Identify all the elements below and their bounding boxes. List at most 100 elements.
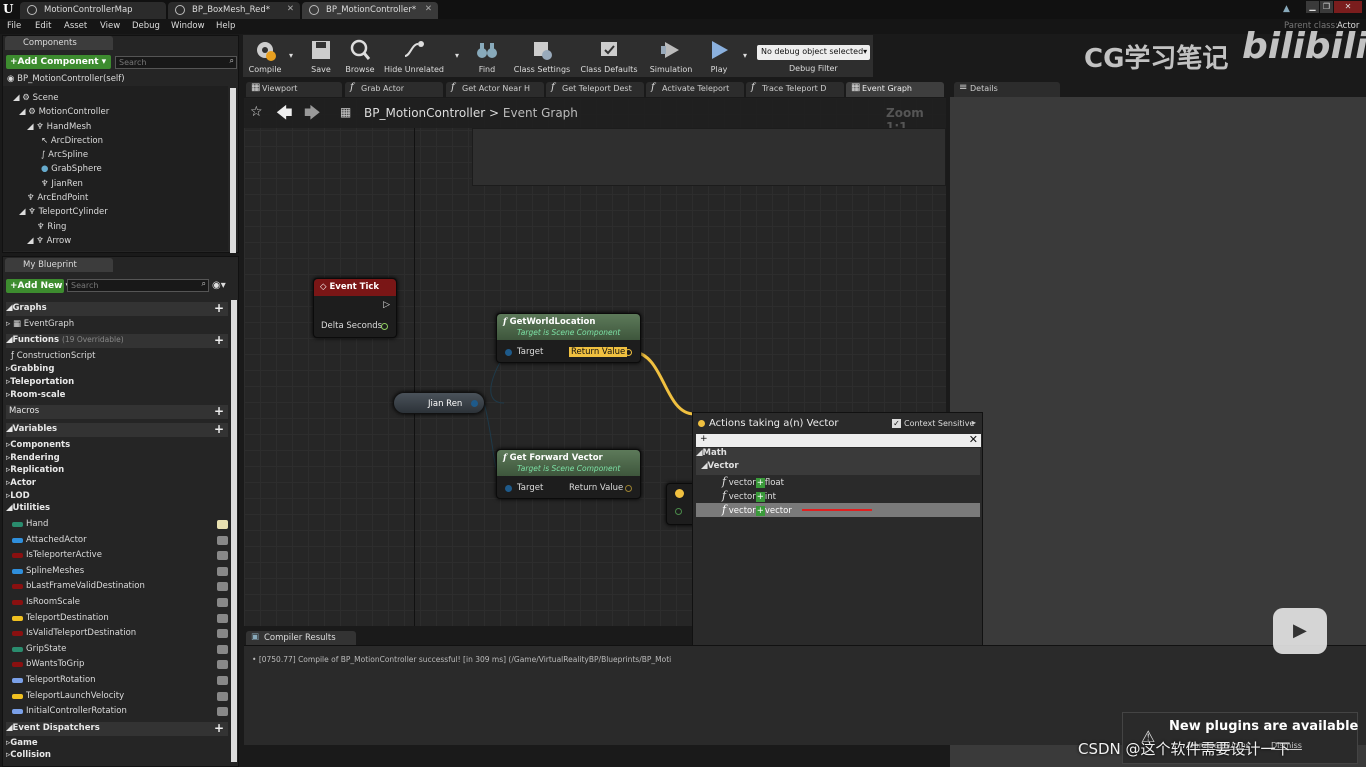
context-sensitive-checkbox[interactable]: ✓ bbox=[892, 419, 901, 428]
tab-grab-actor[interactable]: f Grab Actor bbox=[345, 82, 443, 97]
save-button[interactable]: Save bbox=[303, 35, 339, 77]
components-search-input[interactable]: Search ⌕ bbox=[115, 56, 237, 69]
tree-item-arcendpoint[interactable]: ♆ ArcEndPoint bbox=[27, 193, 88, 203]
components-tab[interactable]: Components bbox=[5, 36, 113, 50]
menu-asset[interactable]: Asset bbox=[64, 21, 87, 31]
tab-trace-teleport-destination[interactable]: f Trace Teleport D bbox=[746, 82, 844, 97]
menu-file[interactable]: File bbox=[7, 21, 21, 31]
event-tick-node[interactable]: ◇ Event Tick ▷ Delta Seconds bbox=[313, 278, 397, 338]
visibility-eye-icon[interactable] bbox=[217, 598, 228, 607]
play-options-dropdown[interactable]: ▾ bbox=[741, 35, 751, 77]
variable-item[interactable]: IsValidTeleportDestination bbox=[7, 627, 229, 642]
components-scrollbar[interactable] bbox=[230, 88, 236, 253]
close-icon[interactable]: ✕ bbox=[425, 4, 432, 14]
target-pin-icon[interactable] bbox=[505, 349, 512, 356]
visibility-eye-icon[interactable] bbox=[217, 613, 228, 623]
event-graph-item[interactable]: ▹ ▦ EventGraph bbox=[6, 319, 74, 329]
add-new-button[interactable]: +Add New ▾ bbox=[6, 279, 70, 293]
add-macro-icon[interactable]: + bbox=[214, 404, 224, 418]
close-window-button[interactable]: ✕ bbox=[1334, 1, 1362, 13]
vector-pin-icon[interactable] bbox=[675, 508, 682, 515]
tab-get-actor-near-hand[interactable]: f Get Actor Near H bbox=[446, 82, 544, 97]
tree-item-arcspline[interactable]: ∫ ArcSpline bbox=[41, 150, 88, 160]
variable-item[interactable]: AttachedActor bbox=[7, 534, 229, 549]
compile-options-dropdown[interactable]: ▾ bbox=[287, 35, 297, 77]
play-button[interactable]: Play bbox=[701, 35, 737, 77]
action-item-vector-plus-int[interactable]: f vector+int bbox=[696, 489, 980, 503]
tab-viewport[interactable]: ▦ Viewport bbox=[246, 82, 342, 97]
return-value-pin-icon[interactable] bbox=[625, 485, 632, 492]
menu-edit[interactable]: Edit bbox=[35, 21, 51, 31]
get-forward-vector-node[interactable]: f Get Forward Vector Target is Scene Com… bbox=[496, 449, 641, 499]
variable-item[interactable]: TeleportRotation bbox=[7, 674, 229, 689]
jian-ren-variable-node[interactable]: Jian Ren bbox=[393, 392, 485, 414]
variable-item[interactable]: IsTeleporterActive bbox=[7, 549, 229, 564]
my-blueprint-tab[interactable]: My Blueprint bbox=[5, 258, 113, 272]
tree-item-scene[interactable]: ◢ ⚙ Scene bbox=[13, 93, 58, 103]
visibility-eye-icon[interactable] bbox=[217, 629, 228, 639]
document-tab-motioncontroller[interactable]: BP_MotionController* ✕ bbox=[302, 2, 438, 19]
variable-group[interactable]: ▹Components bbox=[6, 440, 228, 453]
visibility-eye-icon[interactable] bbox=[217, 535, 228, 545]
feedback-icon[interactable]: ▲ bbox=[1283, 4, 1290, 14]
functions-header[interactable]: ◢Functions (19 Overridable) + bbox=[6, 333, 228, 348]
visibility-eye-icon[interactable] bbox=[217, 520, 228, 529]
add-graph-icon[interactable]: + bbox=[214, 301, 224, 315]
menu-help[interactable]: Help bbox=[216, 21, 235, 31]
tree-item-grabsphere[interactable]: ● GrabSphere bbox=[41, 164, 102, 174]
browse-button[interactable]: Browse bbox=[341, 35, 379, 77]
variables-header[interactable]: ◢Variables + bbox=[6, 422, 228, 437]
tab-get-teleport-destination[interactable]: f Get Teleport Dest bbox=[546, 82, 644, 97]
add-function-icon[interactable]: + bbox=[214, 333, 224, 347]
unreal-logo-icon[interactable]: U bbox=[3, 2, 17, 16]
document-tab-map[interactable]: MotionControllerMap bbox=[20, 2, 166, 19]
visibility-eye-icon[interactable] bbox=[217, 566, 228, 576]
tree-item-ring[interactable]: ♆ Ring bbox=[37, 222, 66, 232]
view-options-eye-icon[interactable]: ◉▾ bbox=[212, 280, 226, 291]
add-variable-icon[interactable]: + bbox=[214, 422, 224, 436]
blueprint-search-input[interactable]: Search ⌕ bbox=[67, 279, 209, 292]
variable-item[interactable]: GripState bbox=[7, 643, 229, 658]
document-tab-boxmesh[interactable]: BP_BoxMesh_Red* ✕ bbox=[168, 2, 300, 19]
variable-group[interactable]: ◢Utilities bbox=[6, 503, 228, 516]
compile-button[interactable]: Compile bbox=[245, 35, 285, 77]
event-dispatchers-header[interactable]: ◢Event Dispatchers + bbox=[6, 721, 228, 736]
maximize-button[interactable]: ❐ bbox=[1320, 1, 1333, 13]
function-category[interactable]: ▹Grabbing bbox=[6, 364, 228, 377]
variable-group[interactable]: ▹Actor bbox=[6, 478, 228, 491]
visibility-eye-icon[interactable] bbox=[217, 707, 228, 717]
dispatcher-category[interactable]: ▹Collision bbox=[6, 750, 228, 763]
jian-ren-output-pin-icon[interactable] bbox=[471, 400, 478, 407]
variable-item[interactable]: IsRoomScale bbox=[7, 596, 229, 611]
tree-item-jianren[interactable]: ♆ JianRen bbox=[41, 179, 83, 189]
macros-header[interactable]: Macros + bbox=[6, 404, 228, 419]
vector-category[interactable]: ◢Vector bbox=[696, 461, 980, 475]
variable-item[interactable]: TeleportLaunchVelocity bbox=[7, 690, 229, 705]
exec-pin-icon[interactable]: ▷ bbox=[383, 300, 390, 310]
visibility-eye-icon[interactable] bbox=[217, 676, 228, 685]
class-defaults-button[interactable]: Class Defaults bbox=[577, 35, 641, 77]
graphs-header[interactable]: ◢Graphs + bbox=[6, 301, 228, 316]
compile-message[interactable]: • [0750.77] Compile of BP_MotionControll… bbox=[252, 655, 671, 664]
action-item-vector-plus-vector[interactable]: f vector+vector bbox=[696, 503, 980, 517]
context-arrow-icon[interactable]: ▸ bbox=[972, 418, 976, 427]
function-category[interactable]: ▹Teleportation bbox=[6, 377, 228, 390]
vector-pin-icon[interactable] bbox=[675, 489, 684, 498]
tree-item-motioncontroller[interactable]: ◢ ⚙ MotionController bbox=[19, 107, 109, 117]
function-item[interactable]: ƒ ConstructionScript bbox=[11, 351, 95, 361]
add-component-button[interactable]: +Add Component ▾ bbox=[6, 55, 111, 69]
tree-item-handmesh[interactable]: ◢ ♆ HandMesh bbox=[27, 122, 91, 132]
tab-activate-teleporter[interactable]: f Activate Teleport bbox=[646, 82, 744, 97]
visibility-eye-icon[interactable] bbox=[217, 582, 228, 592]
tab-details[interactable]: ≡ Details bbox=[954, 82, 1060, 97]
menu-view[interactable]: View bbox=[100, 21, 120, 31]
get-world-location-node[interactable]: f GetWorldLocation Target is Scene Compo… bbox=[496, 313, 641, 363]
variable-item[interactable]: SplineMeshes bbox=[7, 565, 229, 580]
tree-item-teleportcylinder[interactable]: ◢ ♆ TeleportCylinder bbox=[19, 207, 108, 217]
variable-item[interactable]: TeleportDestination bbox=[7, 612, 229, 627]
visibility-eye-icon[interactable] bbox=[217, 691, 228, 701]
return-value-pin-icon[interactable] bbox=[625, 349, 632, 356]
math-category[interactable]: ◢Math bbox=[696, 448, 980, 462]
delta-seconds-pin-icon[interactable] bbox=[381, 323, 388, 330]
add-dispatcher-icon[interactable]: + bbox=[214, 721, 224, 735]
